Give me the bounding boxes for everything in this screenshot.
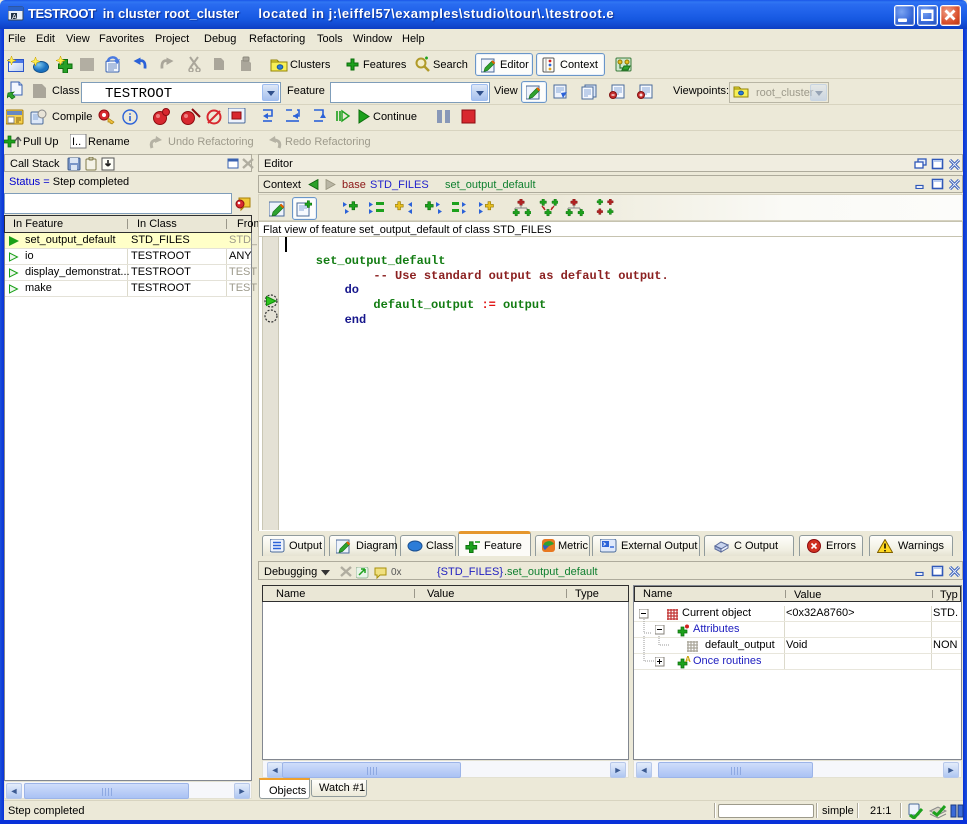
svg-text:A: A xyxy=(12,14,17,21)
svg-text:I..: I.. xyxy=(72,136,81,148)
svg-text:A: A xyxy=(685,656,691,664)
